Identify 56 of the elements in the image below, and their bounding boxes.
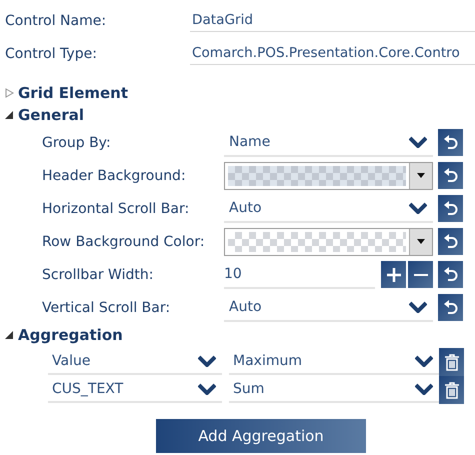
expanded-triangle-icon[interactable]	[5, 330, 14, 340]
chevron-down-icon	[409, 136, 427, 148]
property-label: Header Background:	[42, 168, 187, 184]
undo-icon	[442, 298, 458, 316]
function-dropdown[interactable]: Sum	[229, 377, 439, 403]
chevron-down-icon	[409, 300, 427, 312]
plus-icon	[386, 266, 402, 282]
column-dropdown[interactable]: Value	[48, 349, 222, 375]
reset-button[interactable]	[438, 195, 463, 222]
caret-icon	[417, 239, 425, 244]
increment-button[interactable]	[381, 261, 406, 288]
column-dropdown[interactable]: CUS_TEXT	[48, 377, 222, 403]
caret-icon	[417, 173, 425, 178]
number-field[interactable]: 10	[224, 260, 375, 288]
chevron-down-icon	[415, 355, 433, 367]
field-label: Control Type:	[5, 46, 98, 62]
dropdown[interactable]: Auto	[224, 194, 433, 222]
dropdown[interactable]: Name	[224, 128, 433, 156]
property-label: Group By:	[42, 134, 112, 150]
undo-icon	[442, 232, 458, 250]
chevron-down-icon	[198, 355, 216, 367]
undo-icon	[442, 166, 458, 184]
section-title: General	[18, 106, 84, 124]
text-field[interactable]: Comarch.POS.Presentation.Core.Contro	[190, 42, 475, 64]
property-label: Horizontal Scroll Bar:	[42, 200, 190, 216]
property-label: Scrollbar Width:	[42, 266, 154, 282]
undo-icon	[442, 200, 458, 218]
trash-icon	[444, 354, 458, 370]
property-label: Vertical Scroll Bar:	[42, 300, 172, 316]
reset-button[interactable]	[438, 162, 463, 189]
color-picker[interactable]	[224, 228, 433, 256]
field-label: Control Name:	[5, 12, 108, 28]
function-dropdown[interactable]: Maximum	[229, 349, 439, 375]
collapsed-triangle-icon[interactable]	[5, 88, 14, 98]
reset-button[interactable]	[438, 294, 463, 321]
text-field[interactable]: DataGrid	[190, 10, 475, 32]
trash-icon	[444, 382, 458, 398]
reset-button[interactable]	[438, 129, 463, 156]
expanded-triangle-icon[interactable]	[5, 110, 14, 120]
chevron-down-icon	[415, 383, 433, 395]
undo-icon	[442, 134, 458, 152]
property-label: Row Background Color:	[42, 234, 206, 250]
dropdown[interactable]: Auto	[224, 294, 433, 322]
delete-button[interactable]	[439, 348, 464, 376]
minus-icon	[412, 272, 428, 276]
chevron-down-icon	[198, 383, 216, 395]
delete-button[interactable]	[439, 376, 464, 404]
add-aggregation-button[interactable]: Add Aggregation	[156, 419, 366, 453]
reset-button[interactable]	[438, 228, 463, 255]
section-title: Grid Element	[18, 84, 128, 102]
color-picker[interactable]	[224, 162, 433, 190]
decrement-button[interactable]	[408, 261, 433, 288]
section-title: Aggregation	[18, 326, 123, 344]
chevron-down-icon	[409, 202, 427, 214]
reset-button[interactable]	[438, 261, 463, 288]
undo-icon	[442, 266, 458, 284]
